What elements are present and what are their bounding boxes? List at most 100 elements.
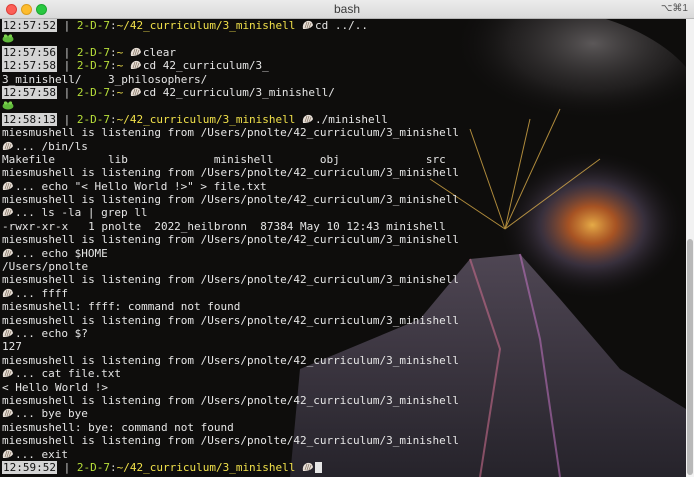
output-text: miesmushell is listening from /Users/pno… bbox=[2, 434, 459, 448]
prompt-command: cd 42_curriculum/3_ bbox=[142, 59, 269, 73]
output-line: -rwxr-xr-x 1 pnolte 2022_heilbronn 87384… bbox=[2, 220, 686, 233]
prompt-colon: : bbox=[109, 85, 117, 99]
output-line: 3_minishell/ 3_philosophers/ bbox=[2, 73, 686, 86]
minishell-input-line: ... bye bye bbox=[2, 407, 686, 420]
prompt-user-host: 2-D-7 bbox=[76, 59, 110, 73]
prompt-separator: | bbox=[56, 112, 77, 126]
output-line: miesmushell is listening from /Users/pno… bbox=[2, 193, 686, 206]
output-text: -rwxr-xr-x 1 pnolte 2022_heilbronn 87384… bbox=[2, 219, 446, 233]
minishell-input-line: ... echo "< Hello World !>" > file.txt bbox=[2, 180, 686, 193]
minishell-input-line: ... /bin/ls bbox=[2, 140, 686, 153]
prompt-separator: | bbox=[56, 85, 77, 99]
prompt-line: 12:57:58 | 2-D-7:~ cd 42_curriculum/3_ bbox=[2, 59, 686, 73]
output-line: miesmushell is listening from /Users/pno… bbox=[2, 233, 686, 246]
output-text: /Users/pnolte bbox=[2, 260, 89, 274]
cursor bbox=[315, 461, 323, 473]
prompt-user-host: 2-D-7 bbox=[76, 460, 110, 474]
shell-icon bbox=[302, 462, 314, 471]
prompt-separator: | bbox=[56, 45, 77, 59]
output-text: 127 bbox=[2, 340, 22, 354]
terminal-output[interactable]: 12:57:52 | 2-D-7:~/42_curriculum/3_minis… bbox=[2, 19, 686, 477]
prompt-command: cd ../.. bbox=[315, 19, 369, 32]
shell-icon bbox=[2, 368, 14, 378]
timestamp: 12:57:58 bbox=[2, 59, 57, 73]
output-line: miesmushell is listening from /Users/pno… bbox=[2, 166, 686, 179]
prompt-colon: : bbox=[109, 19, 117, 32]
minishell-command: ... cat file.txt bbox=[15, 367, 121, 381]
minishell-command: ... echo $? bbox=[15, 326, 88, 340]
output-text: miesmushell is listening from /Users/pno… bbox=[2, 193, 459, 207]
prompt-colon: : bbox=[109, 45, 117, 59]
prompt-command: clear bbox=[142, 45, 176, 59]
shell-icon bbox=[2, 141, 14, 150]
prompt-user-host: 2-D-7 bbox=[76, 112, 110, 126]
prompt-line: 12:57:52 | 2-D-7:~/42_curriculum/3_minis… bbox=[2, 19, 686, 32]
prompt-line: 12:57:56 | 2-D-7:~ clear bbox=[2, 45, 686, 59]
timestamp: 12:58:13 bbox=[2, 112, 57, 126]
title-bar[interactable]: bash ⌥⌘1 bbox=[0, 0, 694, 19]
minishell-input-line: ... cat file.txt bbox=[2, 367, 686, 380]
frog-icon bbox=[2, 34, 14, 43]
output-line: miesmushell is listening from /Users/pno… bbox=[2, 394, 686, 407]
minishell-input-line: ... ffff bbox=[2, 287, 686, 300]
shell-icon bbox=[2, 449, 14, 458]
minishell-command: ... /bin/ls bbox=[15, 139, 88, 153]
frog-line bbox=[2, 99, 686, 112]
shell-icon bbox=[302, 20, 314, 29]
minishell-command: ... bye bye bbox=[15, 407, 88, 421]
prompt-separator: | bbox=[56, 460, 77, 474]
frog-line bbox=[2, 32, 686, 45]
prompt-user-host: 2-D-7 bbox=[76, 85, 110, 99]
prompt-user-host: 2-D-7 bbox=[76, 45, 110, 59]
minishell-command: ... echo "< Hello World !>" > file.txt bbox=[15, 179, 267, 193]
shell-icon bbox=[130, 61, 141, 70]
output-text: miesmushell is listening from /Users/pno… bbox=[2, 393, 459, 407]
output-line: miesmushell: ffff: command not found bbox=[2, 300, 686, 313]
frog-icon bbox=[2, 101, 14, 110]
output-text: < Hello World !> bbox=[2, 380, 108, 394]
minishell-input-line: ... ls -la | grep ll bbox=[2, 206, 686, 219]
output-line: miesmushell is listening from /Users/pno… bbox=[2, 126, 686, 139]
prompt-colon: : bbox=[109, 112, 117, 126]
output-line: Makefile lib minishell obj src bbox=[2, 153, 686, 166]
prompt-line: 12:58:13 | 2-D-7:~/42_curriculum/3_minis… bbox=[2, 112, 686, 126]
output-line: miesmushell is listening from /Users/pno… bbox=[2, 434, 686, 447]
output-text: 3_minishell/ 3_philosophers/ bbox=[2, 72, 208, 86]
minishell-command: ... echo $HOME bbox=[15, 246, 108, 260]
prompt-command: cd 42_curriculum/3_minishell/ bbox=[142, 85, 335, 99]
output-text: miesmushell: bye: command not found bbox=[2, 420, 234, 434]
shell-icon bbox=[2, 409, 14, 418]
minishell-input-line: ... echo $HOME bbox=[2, 247, 686, 260]
shell-icon bbox=[130, 47, 141, 56]
terminal-window: bash ⌥⌘1 12:57:52 | 2-D-7:~/42_curriculu… bbox=[0, 0, 694, 477]
timestamp: 12:57:52 bbox=[2, 19, 57, 32]
prompt-path: ~/42_curriculum/3_minishell bbox=[116, 19, 296, 32]
minishell-command: ... ls -la | grep ll bbox=[15, 206, 148, 220]
prompt-line: 12:59:52 | 2-D-7:~/42_curriculum/3_minis… bbox=[2, 460, 686, 474]
prompt-command: ./minishell bbox=[315, 112, 388, 126]
window-shortcut: ⌥⌘1 bbox=[660, 3, 688, 14]
output-line: /Users/pnolte bbox=[2, 260, 686, 273]
output-text: miesmushell is listening from /Users/pno… bbox=[2, 313, 459, 327]
output-text: miesmushell is listening from /Users/pno… bbox=[2, 166, 459, 180]
scrollbar-thumb[interactable] bbox=[687, 239, 693, 475]
output-line: miesmushell is listening from /Users/pno… bbox=[2, 273, 686, 286]
prompt-user-host: 2-D-7 bbox=[76, 19, 110, 32]
minishell-input-line: ... echo $? bbox=[2, 327, 686, 340]
prompt-path: ~/42_curriculum/3_minishell bbox=[116, 112, 296, 126]
output-text: miesmushell: ffff: command not found bbox=[2, 300, 241, 314]
output-text: miesmushell is listening from /Users/pno… bbox=[2, 353, 459, 367]
prompt-separator: | bbox=[56, 59, 77, 73]
prompt-separator: | bbox=[56, 19, 77, 32]
shell-icon bbox=[130, 87, 141, 96]
output-text: Makefile lib minishell obj src bbox=[2, 152, 446, 166]
output-text: miesmushell is listening from /Users/pno… bbox=[2, 233, 459, 247]
scrollbar[interactable] bbox=[686, 19, 694, 477]
output-text: miesmushell is listening from /Users/pno… bbox=[2, 273, 459, 287]
